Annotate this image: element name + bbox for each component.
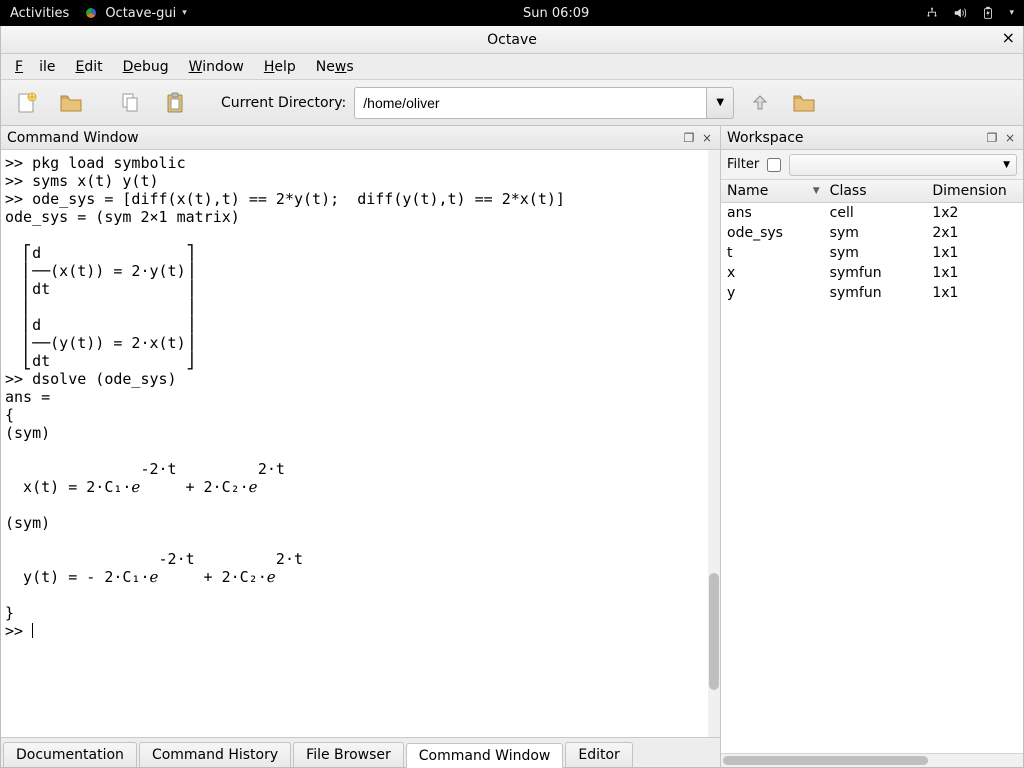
workspace-row[interactable]: xsymfun1x1 [721, 263, 1023, 283]
battery-icon[interactable] [981, 6, 995, 20]
workspace-row[interactable]: ysymfun1x1 [721, 283, 1023, 303]
tab-editor[interactable]: Editor [565, 742, 632, 767]
tab-command-history[interactable]: Command History [139, 742, 291, 767]
workspace-filter-row: Filter ▼ [721, 150, 1023, 180]
current-directory-dropdown[interactable]: ▼ [706, 87, 734, 119]
sort-desc-icon: ▼ [813, 186, 820, 196]
copy-button[interactable] [113, 85, 149, 121]
workspace-hscrollbar[interactable] [721, 753, 1023, 767]
workspace-cell-class: sym [824, 243, 927, 263]
volume-icon[interactable] [953, 6, 967, 20]
workspace-title: Workspace [727, 130, 804, 146]
command-window-header: Command Window ❐ × [1, 126, 720, 150]
open-folder-button[interactable] [53, 85, 89, 121]
chevron-down-icon: ▼ [716, 97, 724, 108]
current-directory-field: ▼ [354, 87, 734, 119]
console-scrollbar[interactable] [708, 150, 720, 737]
workspace-table: Name▼ Class Dimension anscell1x2ode_syss… [721, 180, 1023, 753]
menubar: FFileile EditEdit DebugDebug WindowWindo… [1, 54, 1023, 80]
workspace-row[interactable]: tsym1x1 [721, 243, 1023, 263]
workspace-cell-dimension: 1x1 [926, 243, 1023, 263]
workspace-cell-name: ode_sys [721, 223, 824, 243]
workspace-col-class[interactable]: Class [824, 180, 927, 203]
pane-close-icon[interactable]: × [1003, 131, 1017, 145]
workspace-header: Workspace ❐ × [721, 126, 1023, 150]
bottom-tab-bar: Documentation Command History File Brows… [1, 737, 720, 767]
current-directory-input[interactable] [354, 87, 706, 119]
dir-browse-button[interactable] [786, 85, 822, 121]
menu-help[interactable]: HelpHelp [256, 56, 304, 78]
workspace-col-dimension[interactable]: Dimension [926, 180, 1023, 203]
workspace-cell-dimension: 1x1 [926, 283, 1023, 303]
clock[interactable]: Sun 06:09 [187, 6, 926, 21]
scrollbar-thumb[interactable] [709, 573, 719, 690]
new-script-button[interactable] [9, 85, 45, 121]
activities-button[interactable]: Activities [10, 6, 69, 21]
toolbar: Current Directory: ▼ [1, 80, 1023, 126]
pane-close-icon[interactable]: × [700, 131, 714, 145]
workspace-cell-name: ans [721, 203, 824, 224]
workspace-cell-name: y [721, 283, 824, 303]
app-indicator-label: Octave-gui [105, 6, 176, 21]
gnome-top-bar: Activities Octave-gui ▾ Sun 06:09 ▾ [0, 0, 1024, 26]
current-directory-label: Current Directory: [221, 95, 346, 111]
workspace-cell-name: x [721, 263, 824, 283]
undock-icon[interactable]: ❐ [682, 131, 696, 145]
octave-logo-icon [83, 5, 99, 21]
network-icon[interactable] [925, 6, 939, 20]
paste-button[interactable] [157, 85, 193, 121]
workspace-cell-dimension: 1x2 [926, 203, 1023, 224]
workspace-filter-label: Filter [727, 157, 759, 172]
workspace-filter-checkbox[interactable] [767, 158, 781, 172]
workspace-cell-class: cell [824, 203, 927, 224]
workspace-cell-name: t [721, 243, 824, 263]
menu-file[interactable]: FFileile [7, 56, 63, 78]
menu-news[interactable]: NewsNews [308, 56, 362, 78]
command-window-title: Command Window [7, 130, 139, 146]
menu-edit[interactable]: EditEdit [67, 56, 110, 78]
chevron-down-icon: ▼ [1003, 160, 1010, 170]
tab-file-browser[interactable]: File Browser [293, 742, 404, 767]
tab-command-window[interactable]: Command Window [406, 743, 564, 768]
workspace-col-name[interactable]: Name▼ [721, 180, 824, 203]
chevron-down-icon: ▾ [182, 8, 187, 18]
titlebar: Octave × [1, 26, 1023, 54]
scrollbar-thumb[interactable] [723, 756, 928, 765]
menu-window[interactable]: WindowWindow [181, 56, 252, 78]
workspace-cell-class: symfun [824, 283, 927, 303]
workspace-cell-dimension: 2x1 [926, 223, 1023, 243]
workspace-row[interactable]: ode_syssym2x1 [721, 223, 1023, 243]
window-close-button[interactable]: × [1002, 30, 1015, 46]
workspace-filter-select[interactable]: ▼ [789, 154, 1017, 176]
dir-up-button[interactable] [742, 85, 778, 121]
octave-window: Octave × FFileile EditEdit DebugDebug Wi… [0, 26, 1024, 768]
workspace-cell-class: symfun [824, 263, 927, 283]
system-menu-chevron-icon[interactable]: ▾ [1009, 8, 1014, 18]
app-indicator[interactable]: Octave-gui ▾ [83, 5, 186, 21]
window-title: Octave [487, 32, 537, 48]
workspace-cell-class: sym [824, 223, 927, 243]
workspace-row[interactable]: anscell1x2 [721, 203, 1023, 224]
workspace-cell-dimension: 1x1 [926, 263, 1023, 283]
command-window-console[interactable]: >> pkg load symbolic >> syms x(t) y(t) >… [1, 150, 708, 737]
undock-icon[interactable]: ❐ [985, 131, 999, 145]
menu-debug[interactable]: DebugDebug [115, 56, 177, 78]
tab-documentation[interactable]: Documentation [3, 742, 137, 767]
